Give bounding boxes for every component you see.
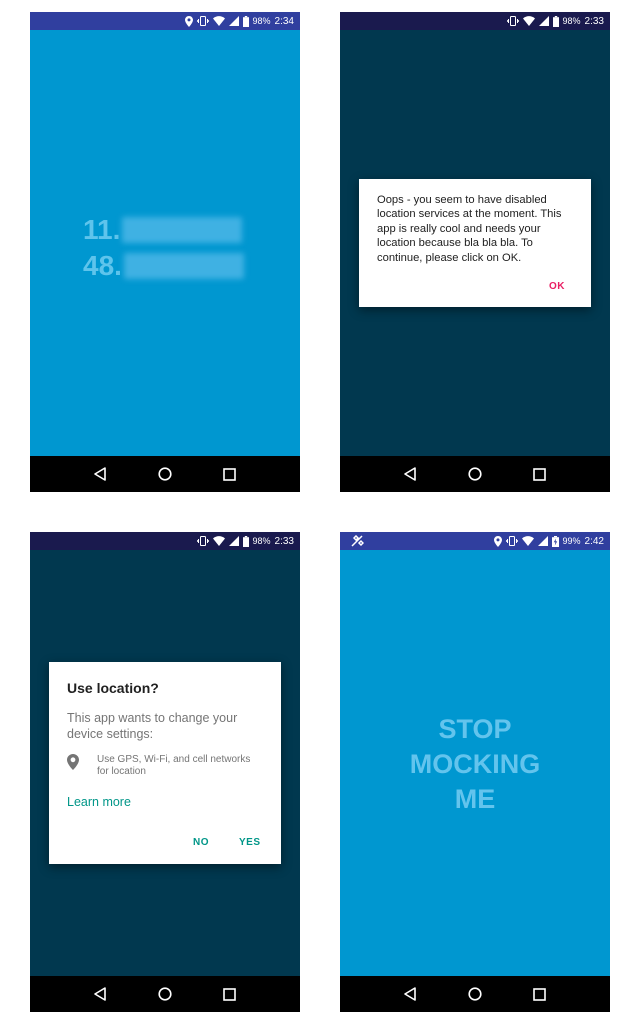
battery-percent: 98% (252, 16, 271, 26)
navigation-bar (30, 456, 300, 492)
recents-icon[interactable] (220, 464, 240, 484)
latitude-redacted (122, 217, 243, 243)
screen-coordinates: 98% 2:34 11. 48. (30, 12, 300, 492)
clock: 2:33 (584, 15, 604, 27)
battery-percent: 98% (562, 16, 581, 26)
longitude-line: 48. (83, 248, 244, 284)
battery-icon (242, 535, 249, 547)
screen-stop-mocking: 99% 2:42 STOP MOCKING ME (340, 532, 610, 1012)
battery-percent: 98% (252, 536, 271, 546)
dialog-message: Oops - you seem to have disabled locatio… (377, 194, 562, 264)
longitude-prefix: 48. (83, 250, 122, 281)
latitude-line: 11. (83, 212, 244, 248)
coordinates-display: 11. 48. (83, 212, 244, 284)
status-bar: 98% 2:34 (30, 12, 300, 30)
battery-icon (552, 15, 559, 27)
clock: 2:33 (274, 535, 294, 547)
status-bar: 99% 2:42 (340, 532, 610, 550)
content-area: STOP MOCKING ME (340, 550, 610, 976)
mock-location-icon (351, 535, 364, 547)
signal-icon (537, 536, 548, 546)
learn-more-link[interactable]: Learn more (67, 795, 131, 809)
location-icon (184, 15, 193, 27)
vibrate-icon (505, 536, 518, 546)
navigation-bar (340, 456, 610, 492)
dialog-body: This app wants to change your device set… (67, 711, 238, 741)
home-icon[interactable] (465, 464, 485, 484)
content-area: Use location? This app wants to change y… (30, 550, 300, 976)
no-button[interactable]: NO (193, 837, 209, 848)
content-area: 11. 48. (30, 30, 300, 456)
navigation-bar (30, 976, 300, 1012)
vibrate-icon (196, 16, 209, 26)
back-icon[interactable] (400, 464, 420, 484)
signal-icon (228, 16, 239, 26)
clock: 2:42 (584, 535, 604, 547)
back-icon[interactable] (90, 464, 110, 484)
stop-mocking-message: STOP MOCKING ME (340, 712, 610, 817)
status-bar: 98% 2:33 (340, 12, 610, 30)
home-icon[interactable] (155, 464, 175, 484)
wifi-icon (521, 536, 534, 546)
clock: 2:34 (274, 15, 294, 27)
signal-icon (228, 536, 239, 546)
permission-item: Use GPS, Wi-Fi, and cell networks for lo… (67, 754, 267, 778)
wifi-icon (212, 536, 225, 546)
home-icon[interactable] (155, 984, 175, 1004)
latitude-prefix: 11. (83, 214, 121, 245)
battery-charging-icon (551, 535, 559, 547)
screen-location-disabled: 98% 2:33 Oops - you seem to have disable… (340, 12, 610, 492)
navigation-bar (340, 976, 610, 1012)
wifi-icon (522, 16, 535, 26)
back-icon[interactable] (90, 984, 110, 1004)
battery-icon (242, 15, 249, 27)
vibrate-icon (196, 536, 209, 546)
signal-icon (538, 16, 549, 26)
battery-percent: 99% (562, 536, 581, 546)
message-line-1: STOP (438, 714, 512, 744)
vibrate-icon (506, 16, 519, 26)
screen-use-location: 98% 2:33 Use location? This app wants to… (30, 532, 300, 1012)
status-bar: 98% 2:33 (30, 532, 300, 550)
message-line-3: ME (454, 784, 496, 814)
ok-button[interactable]: OK (549, 281, 565, 292)
dialog-title: Use location? (67, 680, 159, 696)
recents-icon[interactable] (530, 464, 550, 484)
permission-text: Use GPS, Wi-Fi, and cell networks for lo… (97, 754, 251, 777)
location-icon (493, 535, 502, 547)
location-pin-icon (67, 754, 85, 772)
back-icon[interactable] (400, 984, 420, 1004)
alert-dialog: Oops - you seem to have disabled locatio… (359, 179, 591, 307)
content-area: Oops - you seem to have disabled locatio… (340, 30, 610, 456)
message-line-2: MOCKING (409, 749, 541, 779)
use-location-dialog: Use location? This app wants to change y… (49, 662, 281, 864)
longitude-redacted (123, 253, 244, 279)
wifi-icon (212, 16, 225, 26)
recents-icon[interactable] (220, 984, 240, 1004)
home-icon[interactable] (465, 984, 485, 1004)
recents-icon[interactable] (530, 984, 550, 1004)
yes-button[interactable]: YES (239, 837, 261, 848)
